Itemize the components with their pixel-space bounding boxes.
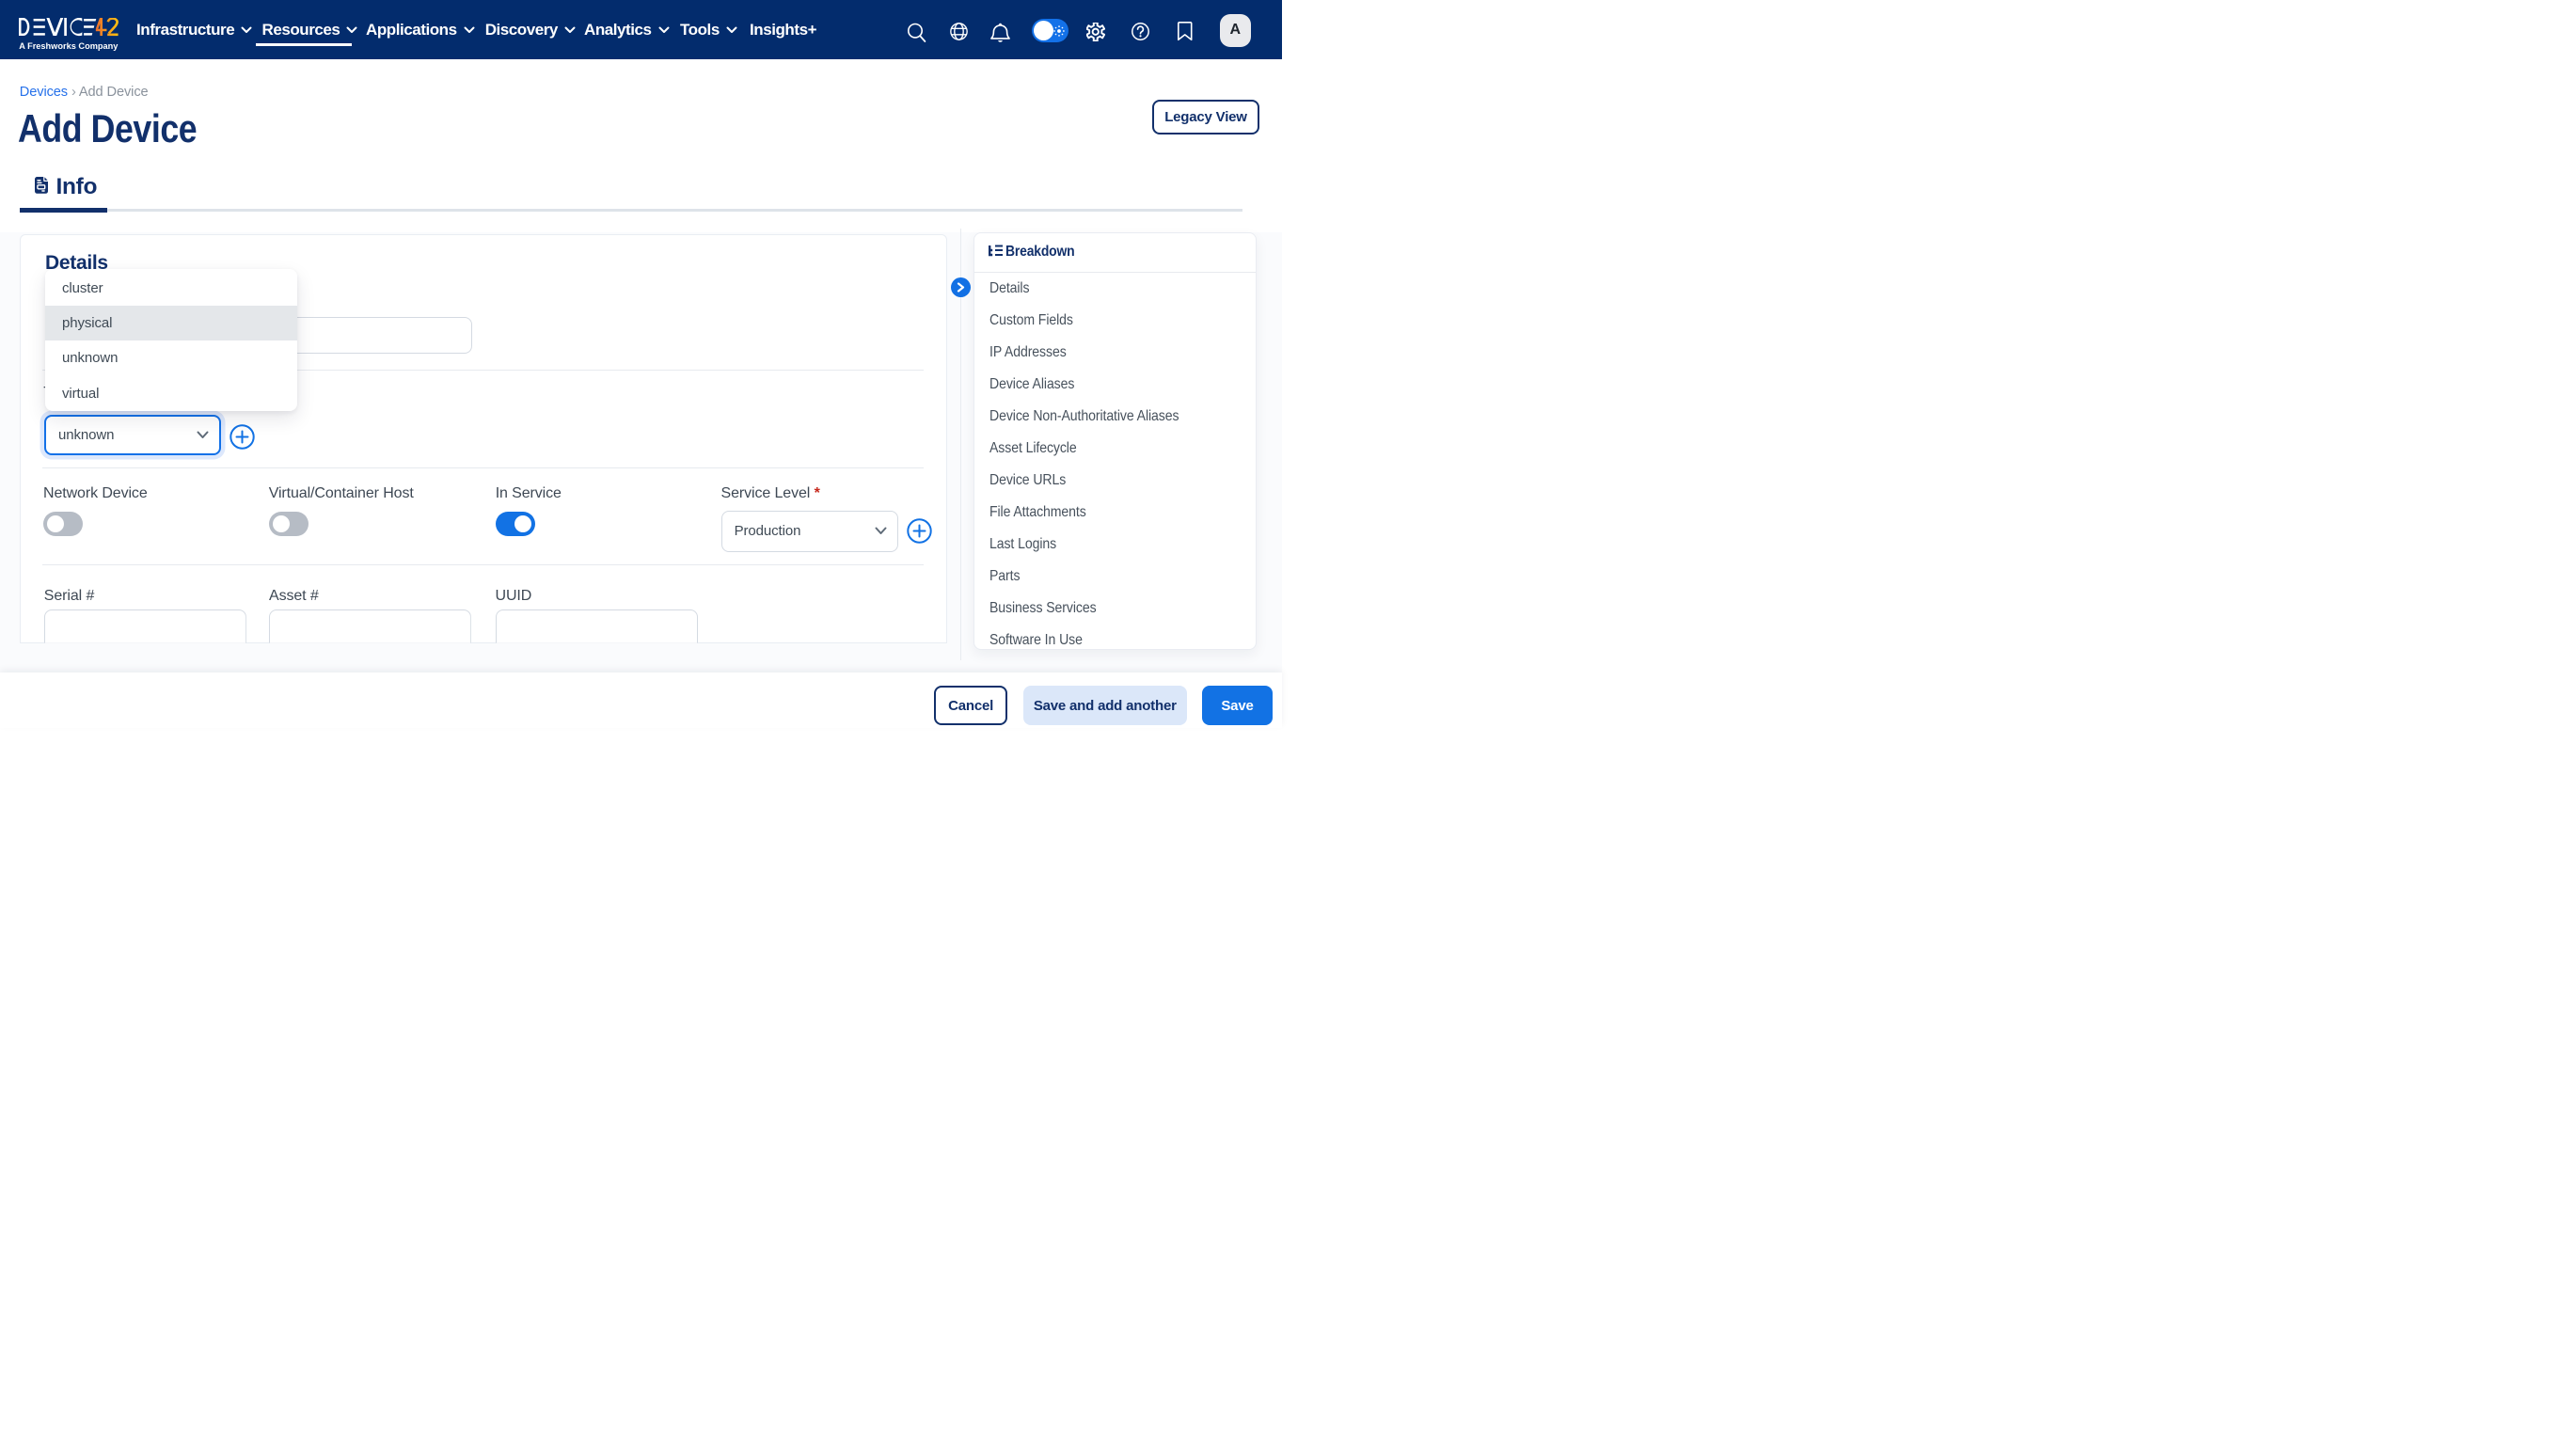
- svg-text:A Freshworks Company: A Freshworks Company: [19, 41, 119, 51]
